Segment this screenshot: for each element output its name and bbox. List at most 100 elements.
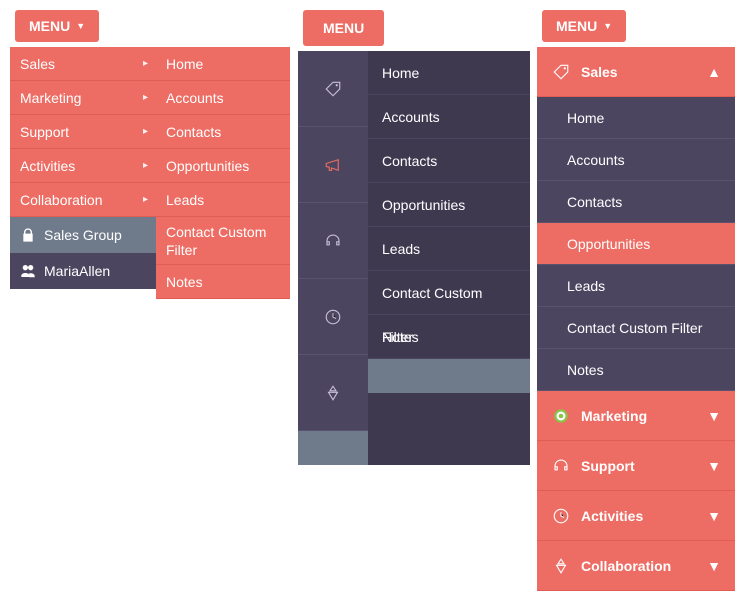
submenu-label: Contacts xyxy=(382,153,437,169)
accordion-item-label: Notes xyxy=(567,362,604,378)
accordion-item-label: Contact Custom Filter xyxy=(567,320,702,336)
submenu-label: Leads xyxy=(166,192,204,208)
accordion-item[interactable]: Leads xyxy=(537,265,735,307)
chevron-up-icon: ▲ xyxy=(707,64,721,80)
chevron-right-icon: ▸ xyxy=(143,183,148,217)
accordion-item[interactable]: Contact Custom Filter xyxy=(537,307,735,349)
submenu-item[interactable]: Home xyxy=(368,51,530,95)
chevron-right-icon: ▸ xyxy=(143,149,148,183)
accordion-item-label: Contacts xyxy=(567,194,622,210)
submenu-item[interactable]: Leads xyxy=(156,183,290,217)
submenu-label: Contact CustomFilter xyxy=(166,224,266,258)
submenu-item[interactable]: Contact Custom Filter xyxy=(368,271,530,315)
submenu-label: Opportunities xyxy=(166,158,249,174)
accordion-item[interactable]: Home xyxy=(537,97,735,139)
users-icon xyxy=(20,262,36,280)
collab-icon xyxy=(324,384,342,402)
icon-tab[interactable] xyxy=(298,279,368,355)
accordion-item-label: Home xyxy=(567,110,604,126)
caret-down-icon: ▼ xyxy=(76,21,85,31)
icon-tab[interactable] xyxy=(298,355,368,431)
menu-button[interactable]: MENU ▼ xyxy=(542,10,626,42)
submenu-item[interactable]: Home xyxy=(156,47,290,81)
submenu-label: Contacts xyxy=(166,124,221,140)
section-label: Sales xyxy=(581,64,618,80)
submenu-label: Leads xyxy=(382,241,420,257)
submenu-item[interactable]: Contact CustomFilter xyxy=(156,217,290,265)
submenu-label: Home xyxy=(382,65,419,81)
submenu-label: Home xyxy=(166,56,203,72)
category-label: Activities xyxy=(20,158,75,174)
submenu-label: Notes xyxy=(382,329,419,345)
submenu-item[interactable]: Opportunities xyxy=(368,183,530,227)
category-item[interactable]: Sales ▸ xyxy=(10,47,156,81)
submenu-item[interactable]: Contacts xyxy=(156,115,290,149)
chevron-right-icon: ▸ xyxy=(143,115,148,149)
menu-button[interactable]: MENU xyxy=(303,10,384,46)
submenu-item[interactable]: Notes xyxy=(156,265,290,299)
section-label: Activities xyxy=(581,508,643,524)
category-label: Collaboration xyxy=(20,192,103,208)
menu-button-label: MENU xyxy=(29,18,70,34)
menu-button-label: MENU xyxy=(323,20,364,36)
submenu-item[interactable]: Leads xyxy=(368,227,530,271)
clock-icon xyxy=(551,507,571,525)
category-item[interactable]: Collaboration ▸ xyxy=(10,183,156,217)
submenu-item[interactable]: Accounts xyxy=(368,95,530,139)
accordion-item[interactable]: Notes xyxy=(537,349,735,391)
category-list: Sales ▸ Marketing ▸ Support ▸ Activities… xyxy=(10,47,156,217)
accordion-section-marketing[interactable]: Marketing ▼ xyxy=(537,391,735,441)
accordion-section-sales[interactable]: Sales ▲ xyxy=(537,47,735,97)
headset-icon xyxy=(324,232,342,250)
icon-tab[interactable] xyxy=(298,203,368,279)
category-item[interactable]: Activities ▸ xyxy=(10,149,156,183)
megaphone-icon xyxy=(324,156,342,174)
category-item[interactable]: Support ▸ xyxy=(10,115,156,149)
submenu-item[interactable]: Accounts xyxy=(156,81,290,115)
lock-icon xyxy=(20,226,36,244)
accordion-item-label: Accounts xyxy=(567,152,625,168)
tag-icon xyxy=(324,80,342,98)
submenu-blank xyxy=(368,359,530,393)
category-label: Support xyxy=(20,124,69,140)
target-icon xyxy=(551,407,571,425)
extra-item: Sales Group xyxy=(10,217,156,253)
extra-label: Sales Group xyxy=(44,227,122,243)
category-label: Marketing xyxy=(20,90,81,106)
chevron-down-icon: ▼ xyxy=(707,508,721,524)
accordion-item[interactable]: Opportunities xyxy=(537,223,735,265)
extra-item: MariaAllen xyxy=(10,253,156,289)
submenu-list: Home Accounts Contacts Opportunities Lea… xyxy=(156,47,290,299)
menu-button-label: MENU xyxy=(556,18,597,34)
accordion-item[interactable]: Contacts xyxy=(537,181,735,223)
accordion-section-collaboration[interactable]: Collaboration ▼ xyxy=(537,541,735,591)
tag-icon xyxy=(551,63,571,81)
chevron-down-icon: ▼ xyxy=(707,458,721,474)
section-label: Marketing xyxy=(581,408,647,424)
category-label: Sales xyxy=(20,56,55,72)
clock-icon xyxy=(324,308,342,326)
extra-label: MariaAllen xyxy=(44,263,110,279)
submenu-label: Accounts xyxy=(382,109,440,125)
headset-icon xyxy=(551,457,571,475)
icon-tab[interactable] xyxy=(298,127,368,203)
menu-button[interactable]: MENU ▼ xyxy=(15,10,99,42)
submenu-label: Opportunities xyxy=(382,197,465,213)
chevron-right-icon: ▸ xyxy=(143,47,148,81)
caret-down-icon: ▼ xyxy=(603,21,612,31)
submenu-item[interactable]: Opportunities xyxy=(156,149,290,183)
accordion-item-label: Leads xyxy=(567,278,605,294)
accordion-item[interactable]: Accounts xyxy=(537,139,735,181)
submenu-item[interactable]: Notes xyxy=(368,315,530,359)
category-item[interactable]: Marketing ▸ xyxy=(10,81,156,115)
chevron-down-icon: ▼ xyxy=(707,558,721,574)
icon-tab[interactable] xyxy=(298,51,368,127)
submenu-label: Notes xyxy=(166,274,203,290)
submenu-item[interactable]: Contacts xyxy=(368,139,530,183)
accordion-section-support[interactable]: Support ▼ xyxy=(537,441,735,491)
section-label: Support xyxy=(581,458,635,474)
chevron-down-icon: ▼ xyxy=(707,408,721,424)
accordion-section-activities[interactable]: Activities ▼ xyxy=(537,491,735,541)
chevron-right-icon: ▸ xyxy=(143,81,148,115)
icon-tab-blank xyxy=(298,431,368,465)
